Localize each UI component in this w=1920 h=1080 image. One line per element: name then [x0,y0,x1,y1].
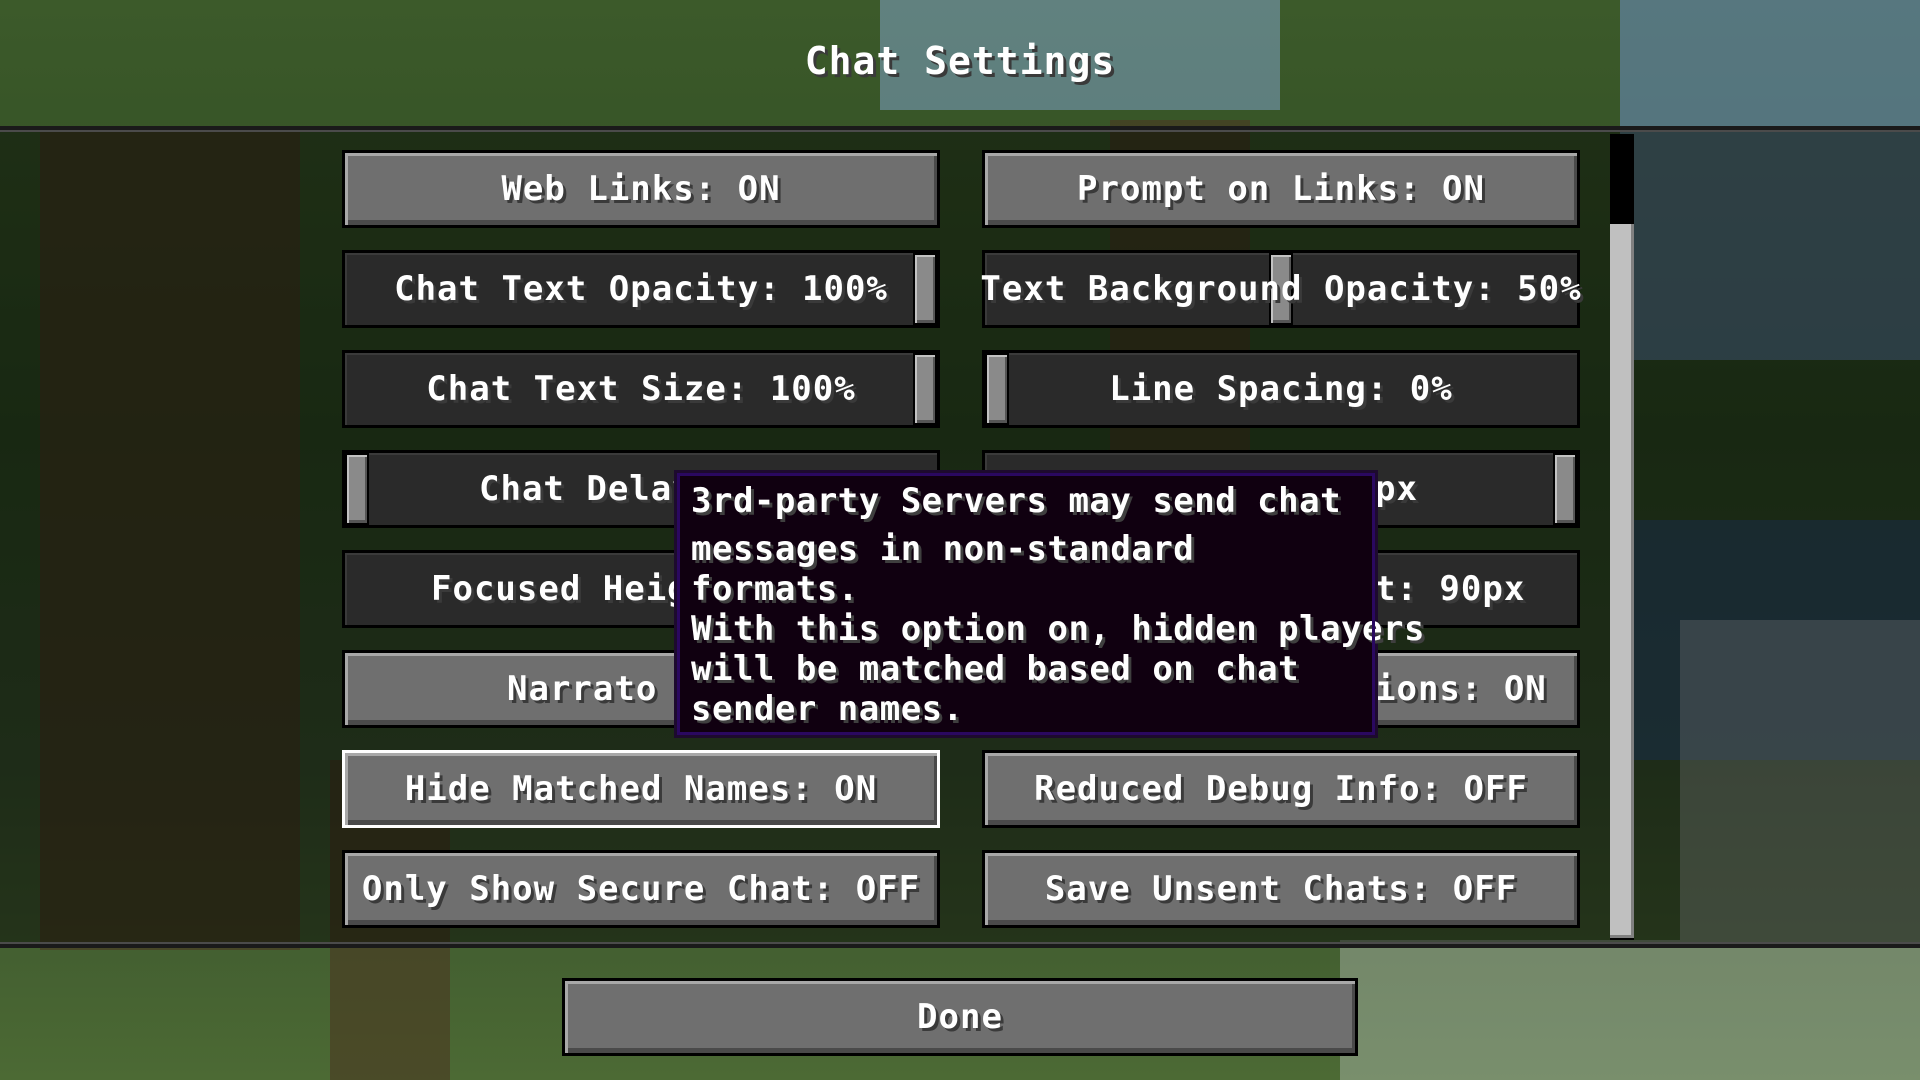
slider-handle[interactable] [345,453,369,525]
option-tooltip: 3rd-party Servers may send chat messages… [674,470,1425,738]
text-background-opacity-slider[interactable]: Text Background Opacity: 50% [980,250,1582,328]
web-links-button[interactable]: Web Links: ON [342,150,940,228]
reduced-debug-info-button[interactable]: Reduced Debug Info: OFF [982,750,1580,828]
slider-handle[interactable] [985,353,1009,425]
screen-header: Chat Settings [0,0,1920,126]
text-background-opacity-label: Text Background Opacity: 50% [980,269,1582,309]
only-show-secure-chat-button[interactable]: Only Show Secure Chat: OFF [342,850,940,928]
prompt-on-links-label: Prompt on Links: ON [1077,169,1485,209]
reduced-debug-info-label: Reduced Debug Info: OFF [1034,769,1528,809]
tooltip-line: will be matched based on chat [691,649,1300,689]
tooltip-line: messages in non-standard [691,529,1195,569]
chat-text-size-slider[interactable]: Chat Text Size: 100% [342,350,940,428]
save-unsent-chats-button[interactable]: Save Unsent Chats: OFF [982,850,1580,928]
command-suggestions-label: ions: ON [1375,669,1547,709]
prompt-on-links-button[interactable]: Prompt on Links: ON [982,150,1580,228]
hide-matched-names-label: Hide Matched Names: ON [404,769,878,809]
only-show-secure-chat-label: Only Show Secure Chat: OFF [361,869,921,909]
chat-text-size-label: Chat Text Size: 100% [426,369,856,409]
web-links-label: Web Links: ON [501,169,781,209]
chat-delay-label: Chat Delay [479,469,694,509]
slider-handle[interactable] [1553,453,1577,525]
tooltip-line: 3rd-party Servers may send chat [691,481,1342,521]
narrator-label: Narrato [507,669,658,709]
chat-width-label: px [1375,469,1418,509]
done-button[interactable]: Done [562,978,1358,1056]
line-spacing-label: Line Spacing: 0% [1109,369,1453,409]
chat-text-opacity-slider[interactable]: Chat Text Opacity: 100% [342,250,940,328]
focused-height-label: Focused Heig [431,569,689,609]
slider-handle[interactable] [913,253,937,325]
hide-matched-names-button[interactable]: Hide Matched Names: ON [342,750,940,828]
tooltip-line: formats. [691,569,859,609]
done-label: Done [917,997,1003,1037]
tooltip-line: sender names. [691,689,964,729]
save-unsent-chats-label: Save Unsent Chats: OFF [1044,869,1518,909]
line-spacing-slider[interactable]: Line Spacing: 0% [982,350,1580,428]
slider-handle[interactable] [913,353,937,425]
chat-text-opacity-label: Chat Text Opacity: 100% [394,269,888,309]
scrollbar-thumb[interactable] [1610,224,1634,938]
screen-title: Chat Settings [804,39,1116,83]
tooltip-line: With this option on, hidden players [691,609,1425,649]
unfocused-height-label: t: 90px [1375,569,1526,609]
